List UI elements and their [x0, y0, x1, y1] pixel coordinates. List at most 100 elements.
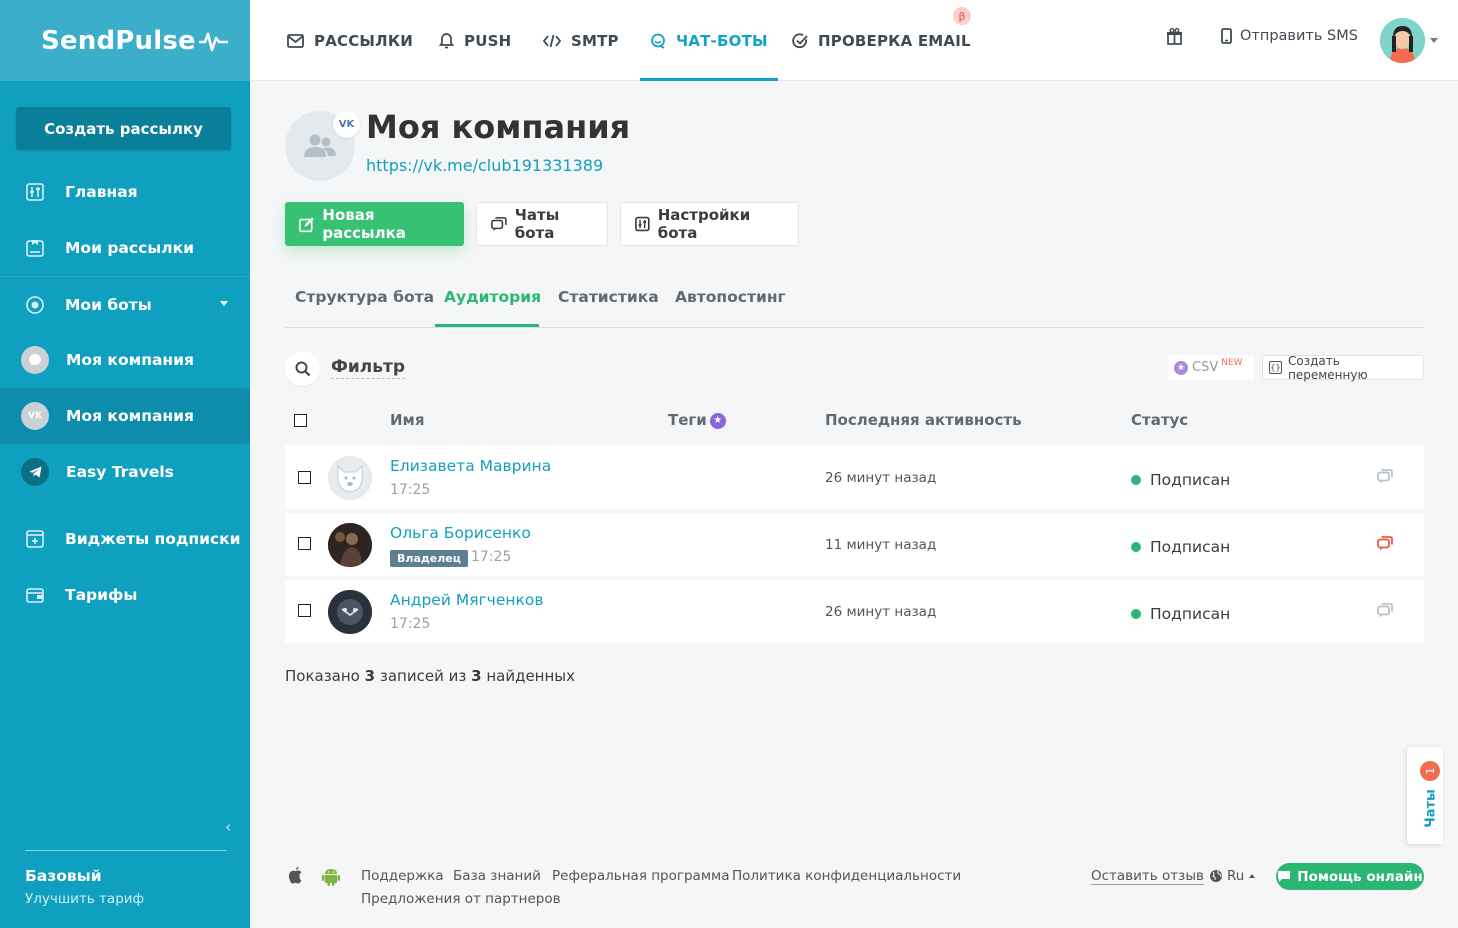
gift-icon[interactable] [1166, 28, 1183, 49]
summary-shown: 3 [364, 667, 376, 685]
edit-icon [299, 217, 314, 232]
group-link[interactable]: https://vk.me/club191331389 [366, 156, 603, 175]
bot-chats-button[interactable]: Чаты бота [476, 202, 608, 246]
android-icon[interactable] [321, 866, 341, 890]
subscriber-name[interactable]: Ольга Борисенко [390, 524, 531, 542]
column-header-tags-label: Теги [668, 411, 707, 429]
csv-label: CSV [1192, 360, 1219, 375]
row-checkbox[interactable] [298, 537, 311, 550]
chevron-down-icon[interactable] [1430, 38, 1438, 43]
leave-feedback-link[interactable]: Оставить отзыв [1091, 868, 1204, 885]
column-header-name[interactable]: Имя [390, 411, 424, 429]
sidebar-item-label: Мои рассылки [65, 239, 195, 257]
new-campaign-label: Новая рассылка [322, 206, 406, 242]
settings-sliders-icon [635, 216, 650, 232]
tabs: Структура бота Аудитория Статистика Авто… [285, 280, 1424, 328]
topnav-email-verification[interactable]: ПРОВЕРКА EMAIL [792, 0, 971, 81]
search-icon[interactable] [285, 351, 320, 386]
new-badge: NEW [1221, 357, 1243, 368]
topnav-campaigns[interactable]: РАССЫЛКИ [287, 0, 413, 81]
csv-export-button[interactable]: ★ CSV NEW [1168, 355, 1254, 380]
tab-bot-structure[interactable]: Структура бота [295, 288, 434, 306]
chats-widget-tab[interactable]: 1 Чаты [1407, 747, 1443, 844]
chevron-down-icon[interactable] [220, 301, 228, 306]
subscriber-time: 17:25 [471, 549, 512, 565]
tab-statistics[interactable]: Статистика [558, 288, 659, 306]
bot-chats-label: Чаты бота [514, 206, 560, 242]
filter-toggle[interactable]: Фильтр [331, 357, 405, 379]
footer-link-partners[interactable]: Предложения от партнеров [361, 891, 561, 907]
topnav-chatbots[interactable]: ЧАТ-БОТЫ [640, 0, 778, 81]
sidebar-item-my-bots[interactable]: Мои боты [0, 276, 250, 332]
logo-text: SendPulse [41, 25, 196, 56]
topnav-push[interactable]: PUSH [439, 0, 511, 81]
footer-link-support[interactable]: Поддержка [361, 868, 444, 884]
sidebar-item-messenger-company[interactable]: Моя компания [0, 332, 250, 388]
bots-icon [25, 295, 45, 315]
create-variable-button[interactable]: {} Создать переменную [1262, 353, 1424, 382]
table-row[interactable]: Ольга Борисенко Владелец 17:25 11 минут … [285, 513, 1424, 576]
sidebar-item-vk-company[interactable]: VK Моя компания [0, 388, 250, 444]
tab-audience[interactable]: Аудитория [444, 288, 541, 306]
sidebar-item-label: Тарифы [65, 586, 138, 604]
status-label: Подписан [1150, 538, 1231, 556]
select-all-checkbox[interactable] [294, 414, 307, 427]
send-sms-button[interactable]: Отправить SMS [1221, 28, 1358, 44]
chats-widget-label: Чаты [1423, 789, 1439, 828]
table-row[interactable]: Андрей Мягченков 17:25 26 минут назад По… [285, 580, 1424, 643]
row-checkbox[interactable] [298, 604, 311, 617]
tab-autoposting[interactable]: Автопостинг [675, 288, 786, 306]
top-bar: РАССЫЛКИ PUSH SMTP ЧАТ-БОТЫ ПРОВЕРКА EMA… [250, 0, 1458, 81]
apple-icon[interactable] [287, 866, 304, 889]
upgrade-plan-link[interactable]: Улучшить тариф [25, 891, 144, 907]
new-campaign-button[interactable]: Новая рассылка [285, 202, 464, 246]
subscriber-name[interactable]: Андрей Мягченков [390, 591, 543, 609]
avatar[interactable] [1380, 18, 1425, 63]
table-row[interactable]: Елизавета Маврина 17:25 26 минут назад П… [285, 446, 1424, 509]
column-header-status[interactable]: Статус [1131, 411, 1188, 429]
vk-icon: VK [333, 111, 360, 138]
summary-prefix: Показано [285, 667, 360, 685]
subscriber-time: 17:25 [390, 482, 431, 498]
footer-link-knowledge-base[interactable]: База знаний [453, 868, 541, 884]
mail-icon [287, 33, 304, 48]
open-chat-icon[interactable] [1377, 469, 1393, 488]
create-variable-label: Создать переменную [1287, 353, 1368, 382]
column-header-tags[interactable]: Теги ★ [668, 411, 726, 429]
bot-settings-label: Настройки бота [657, 206, 751, 242]
column-header-last-activity[interactable]: Последняя активность [825, 411, 1022, 429]
online-help-button[interactable]: Помощь онлайн [1276, 863, 1424, 890]
status-label: Подписан [1150, 605, 1231, 623]
bot-settings-button[interactable]: Настройки бота [620, 202, 799, 246]
topnav-smtp[interactable]: SMTP [543, 0, 619, 81]
language-selector[interactable]: Ru [1209, 868, 1256, 884]
vk-icon: VK [21, 402, 49, 430]
last-activity: 26 минут назад [825, 604, 937, 620]
open-chat-icon[interactable] [1377, 603, 1393, 622]
sidebar-item-campaigns[interactable]: Мои рассылки [0, 220, 250, 276]
users-icon [304, 134, 336, 157]
chat-bubble-icon [1278, 871, 1291, 882]
subscriber-name[interactable]: Елизавета Маврина [390, 457, 551, 475]
sidebar-item-home[interactable]: Главная [0, 164, 250, 220]
wallet-icon [25, 585, 45, 605]
create-campaign-button[interactable]: Создать рассылку [16, 107, 231, 150]
footer-link-referral[interactable]: Реферальная программа [552, 868, 729, 884]
check-circle-icon [792, 32, 808, 49]
sidebar-item-label: Моя компания [66, 407, 194, 425]
language-label: Ru [1227, 868, 1245, 884]
summary-middle: записей из [379, 667, 467, 685]
page-title: Моя компания [366, 108, 631, 146]
sidebar-item-tariffs[interactable]: Тарифы [0, 567, 250, 623]
sidebar-item-easy-travels[interactable]: Easy Travels [0, 444, 250, 500]
sidebar-item-label: Моя компания [66, 351, 194, 369]
collapse-sidebar-icon[interactable]: ‹ [225, 817, 231, 836]
open-chat-icon[interactable] [1377, 536, 1393, 555]
owner-badge: Владелец [390, 550, 468, 567]
row-checkbox[interactable] [298, 471, 311, 484]
status-dot [1131, 475, 1141, 485]
results-summary: Показано 3 записей из 3 найденных [285, 667, 575, 685]
sidebar-item-widgets[interactable]: Виджеты подписки [0, 511, 250, 567]
logo[interactable]: SendPulse [0, 0, 250, 81]
footer-link-privacy[interactable]: Политика конфиденциальности [732, 868, 961, 884]
